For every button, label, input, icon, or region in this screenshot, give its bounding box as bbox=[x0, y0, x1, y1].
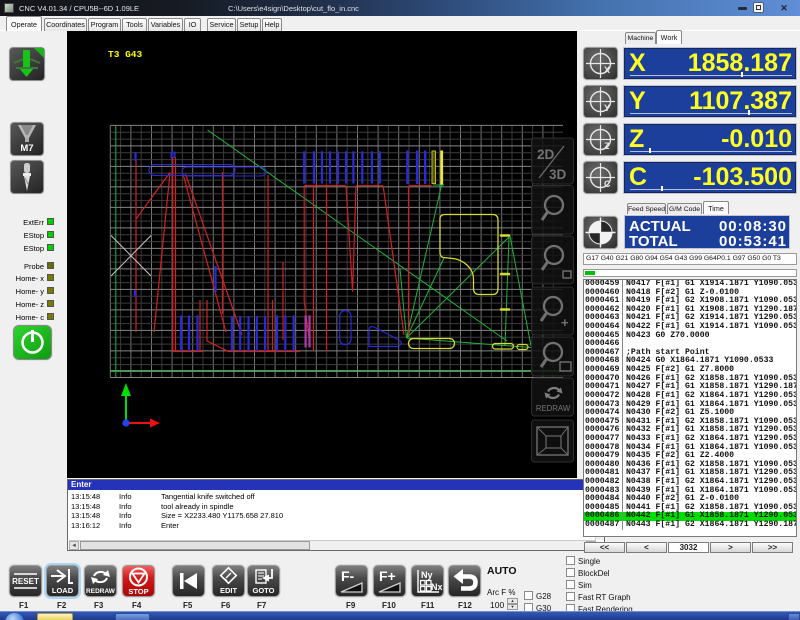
svg-text:Nx: Nx bbox=[431, 582, 443, 592]
svg-text:LOAD: LOAD bbox=[52, 586, 74, 595]
svg-text:C: C bbox=[604, 179, 611, 189]
svg-text:REDRAW: REDRAW bbox=[536, 404, 571, 413]
svg-text:GOTO: GOTO bbox=[253, 586, 275, 595]
svg-text:EDIT: EDIT bbox=[220, 586, 238, 595]
svg-text:STOP: STOP bbox=[128, 587, 148, 596]
svg-text:X: X bbox=[604, 65, 610, 75]
svg-text:2D: 2D bbox=[537, 147, 555, 162]
svg-text:T3 G43: T3 G43 bbox=[108, 49, 143, 60]
svg-text:3D: 3D bbox=[549, 167, 567, 182]
svg-text:M7: M7 bbox=[20, 143, 33, 154]
svg-text:REDRAW: REDRAW bbox=[86, 588, 116, 595]
svg-text:RESET: RESET bbox=[12, 577, 39, 586]
svg-text:F+: F+ bbox=[379, 568, 396, 584]
svg-text:Z: Z bbox=[604, 141, 610, 151]
svg-text:Ny: Ny bbox=[421, 570, 433, 580]
svg-text:+: + bbox=[561, 315, 569, 330]
svg-text:Y: Y bbox=[604, 103, 610, 113]
svg-text:F-: F- bbox=[341, 568, 355, 584]
